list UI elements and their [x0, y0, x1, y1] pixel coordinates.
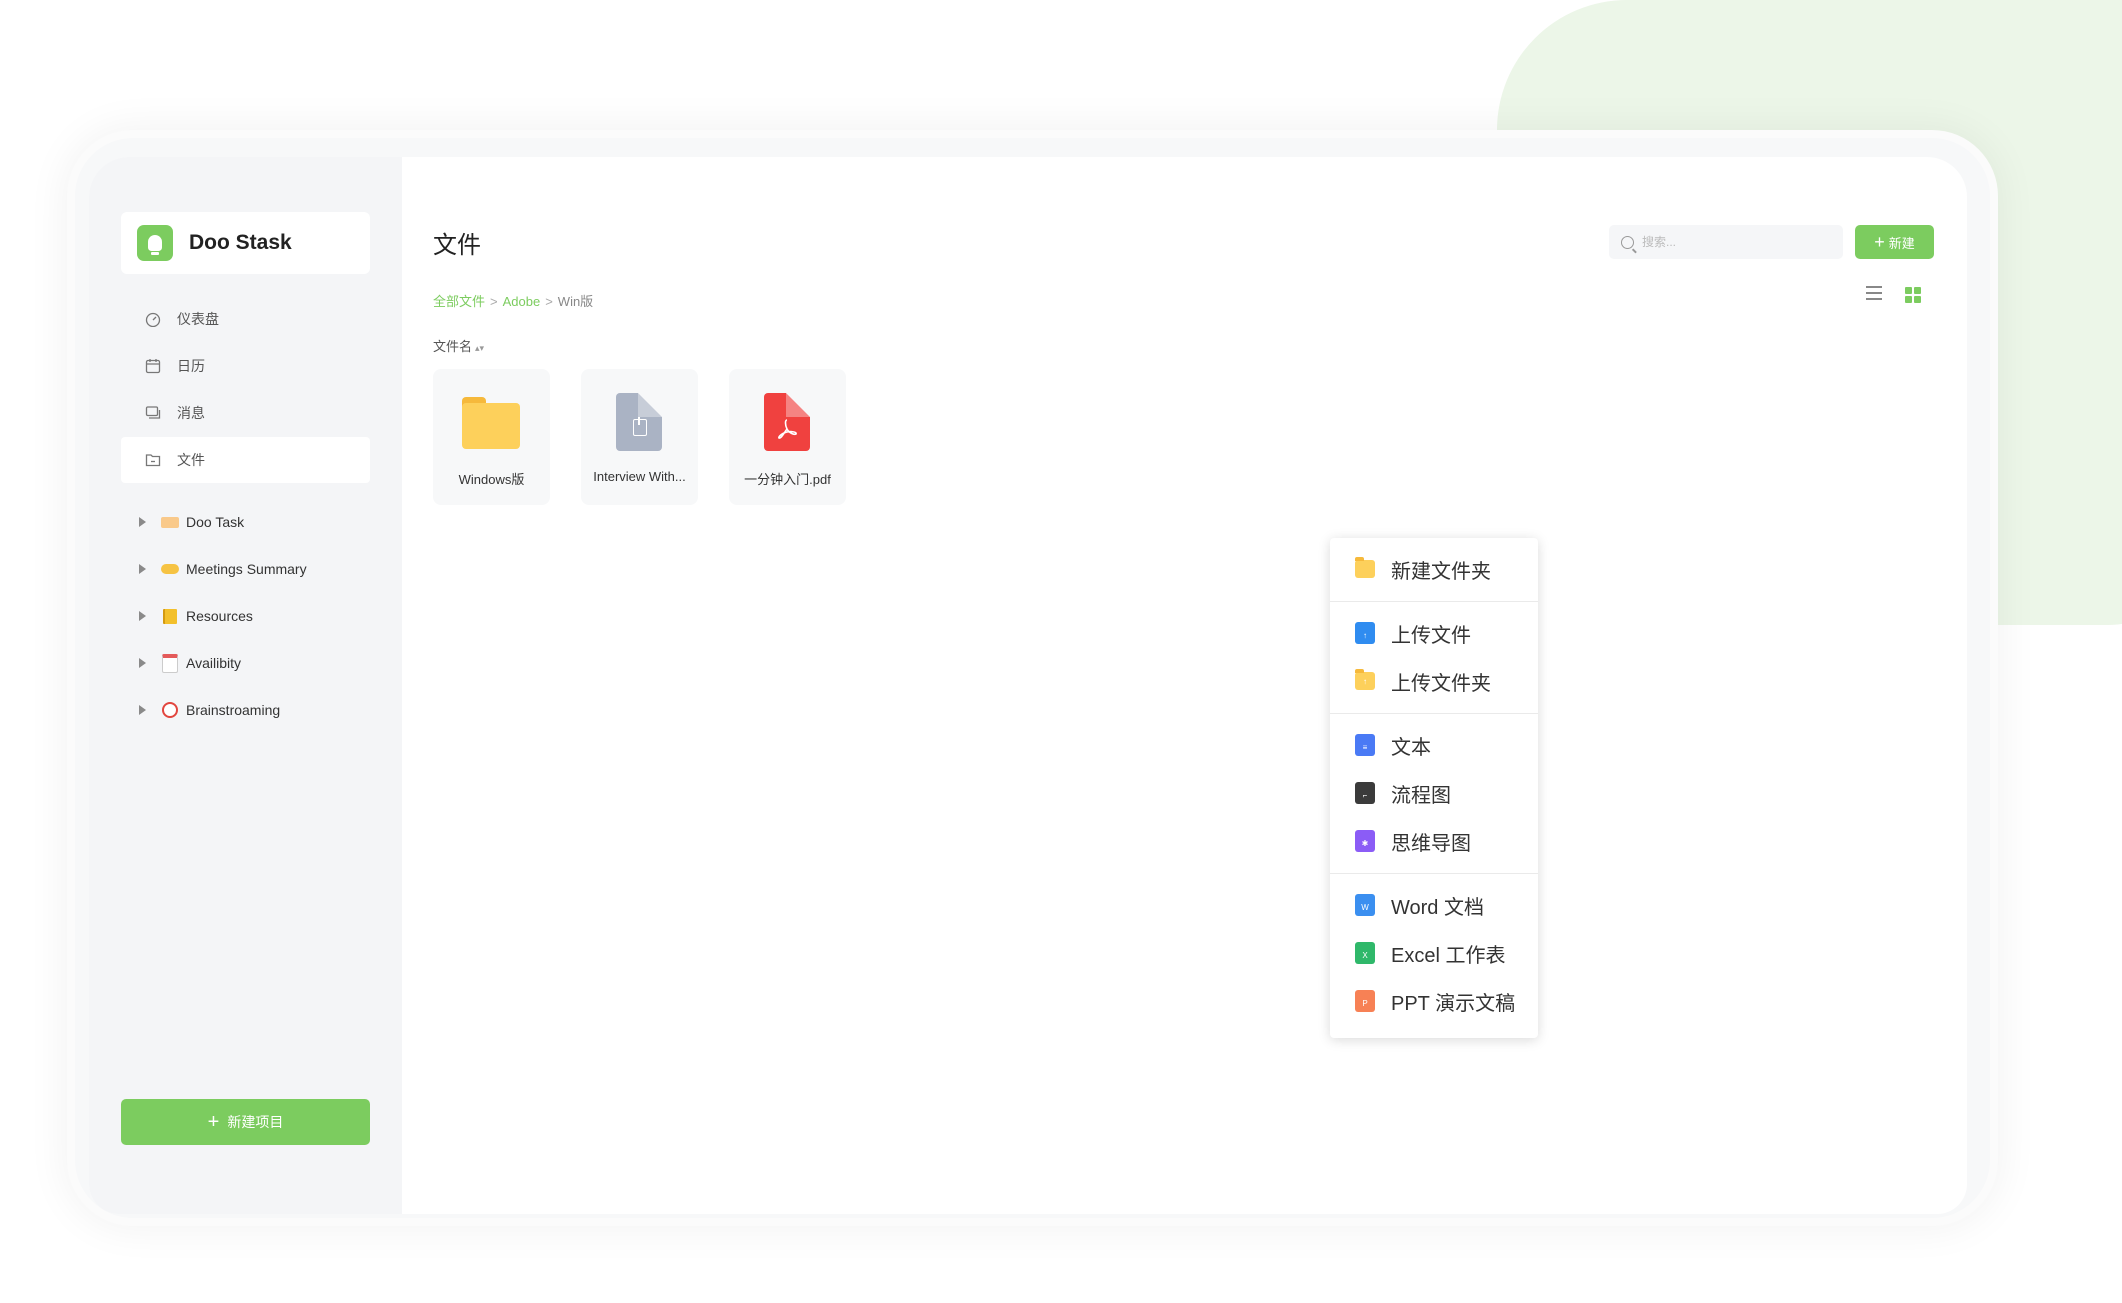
brand[interactable]: Doo Stask [121, 212, 370, 274]
text-doc-icon: ≡ [1355, 734, 1375, 756]
expand-caret-icon[interactable] [139, 517, 146, 527]
context-menu: 新建文件夹 ↑ 上传文件 ↑ 上传文件夹 ≡ 文本 ⌐ 流程图 ✱ 思维导图 W… [1330, 538, 1538, 1038]
handshake-emoji-icon [160, 561, 180, 577]
menu-item-word[interactable]: W Word 文档 [1330, 882, 1538, 928]
menu-label: 思维导图 [1391, 832, 1471, 855]
dashboard-icon [145, 311, 161, 327]
alarm-clock-emoji-icon [160, 702, 180, 718]
breadcrumb-item-adobe[interactable]: Adobe [503, 294, 541, 309]
breadcrumb-separator: > [545, 294, 553, 309]
file-name: Windows版 [458, 472, 525, 487]
calendar-icon [145, 358, 161, 374]
file-name: Interview With... [593, 469, 686, 484]
menu-item-mindmap[interactable]: ✱ 思维导图 [1330, 818, 1538, 864]
nav-item-files[interactable]: 文件 [121, 437, 370, 483]
mindmap-icon: ✱ [1355, 830, 1375, 852]
expand-caret-icon[interactable] [139, 705, 146, 715]
page-title: 文件 [433, 232, 481, 259]
menu-divider [1330, 601, 1538, 602]
new-folder-icon [1355, 557, 1375, 578]
menu-label: 新建文件夹 [1391, 560, 1491, 583]
menu-item-upload-file[interactable]: ↑ 上传文件 [1330, 610, 1538, 656]
folder-icon [462, 393, 520, 451]
menu-label: 流程图 [1391, 784, 1451, 807]
new-button[interactable]: + 新建 [1855, 225, 1934, 259]
tag-emoji-icon [160, 514, 180, 530]
nav-label: 文件 [177, 452, 205, 468]
project-label: Brainstroaming [186, 702, 281, 718]
file-item-zip[interactable]: Interview With... [581, 369, 698, 505]
menu-label: 文本 [1391, 736, 1431, 759]
file-item-folder[interactable]: Windows版 [433, 369, 550, 505]
file-item-pdf[interactable]: 一分钟入门.pdf [729, 369, 846, 505]
sort-arrows-icon: ▴▾ [475, 343, 485, 353]
file-name: 一分钟入门.pdf [744, 472, 831, 487]
main-panel: 文件 全部文件 > Adobe > Win版 + 新建 文件名▴▾ Windows版 [402, 157, 1967, 1214]
project-item-brainstroaming[interactable]: Brainstroaming [139, 695, 280, 725]
search-input[interactable] [1640, 234, 1834, 250]
menu-item-ppt[interactable]: P PPT 演示文稿 [1330, 978, 1538, 1024]
new-button-label: 新建 [1888, 235, 1915, 251]
upload-folder-icon: ↑ [1355, 669, 1375, 690]
pdf-file-icon [758, 393, 816, 451]
project-item-availibity[interactable]: Availibity [139, 648, 241, 678]
menu-divider [1330, 873, 1538, 874]
zip-file-icon [610, 393, 668, 451]
nav-label: 消息 [177, 405, 205, 421]
menu-item-new-folder[interactable]: 新建文件夹 [1330, 546, 1538, 592]
nav-item-calendar[interactable]: 日历 [121, 343, 370, 389]
breadcrumb-item-current: Win版 [557, 294, 594, 309]
menu-item-excel[interactable]: X Excel 工作表 [1330, 930, 1538, 976]
project-item-meetings-summary[interactable]: Meetings Summary [139, 554, 307, 584]
list-view-icon[interactable] [1866, 286, 1882, 300]
project-label: Meetings Summary [186, 561, 307, 577]
calendar-emoji-icon [160, 653, 180, 673]
expand-caret-icon[interactable] [139, 564, 146, 574]
nav-label: 日历 [177, 358, 205, 374]
menu-item-flowchart[interactable]: ⌐ 流程图 [1330, 770, 1538, 816]
upload-file-icon: ↑ [1355, 622, 1375, 644]
nav-item-dashboard[interactable]: 仪表盘 [121, 296, 370, 342]
breadcrumb: 全部文件 > Adobe > Win版 [433, 291, 593, 310]
message-icon [145, 405, 161, 421]
brand-logo-icon [137, 225, 173, 261]
project-item-doo-task[interactable]: Doo Task [139, 507, 244, 537]
nav-item-messages[interactable]: 消息 [121, 390, 370, 436]
breadcrumb-item-all-files[interactable]: 全部文件 [433, 294, 485, 309]
plus-icon: + [1874, 232, 1885, 252]
menu-item-text[interactable]: ≡ 文本 [1330, 722, 1538, 768]
sidebar: Doo Stask 仪表盘 日历 消息 文件 Doo Task Meetings… [89, 157, 402, 1214]
search-box [1609, 225, 1843, 259]
menu-label: Excel 工作表 [1391, 944, 1506, 967]
search-icon [1621, 235, 1634, 249]
grid-view-icon[interactable] [1905, 287, 1921, 303]
menu-divider [1330, 713, 1538, 714]
app-window: Doo Stask 仪表盘 日历 消息 文件 Doo Task Meetings… [89, 157, 1967, 1214]
flowchart-icon: ⌐ [1355, 782, 1375, 804]
menu-label: 上传文件夹 [1391, 672, 1491, 695]
plus-icon: + [207, 1111, 220, 1133]
project-label: Availibity [186, 655, 241, 671]
menu-label: 上传文件 [1391, 624, 1471, 647]
new-project-button[interactable]: + 新建项目 [121, 1099, 370, 1145]
notebook-emoji-icon [160, 608, 180, 624]
menu-item-upload-folder[interactable]: ↑ 上传文件夹 [1330, 658, 1538, 704]
brand-name: Doo Stask [189, 231, 292, 254]
breadcrumb-separator: > [490, 294, 498, 309]
expand-caret-icon[interactable] [139, 611, 146, 621]
new-project-label: 新建项目 [227, 1114, 284, 1130]
ppt-icon: P [1355, 990, 1375, 1012]
project-label: Resources [186, 608, 253, 624]
sort-by-name[interactable]: 文件名 ▴▾ [433, 336, 484, 355]
expand-caret-icon[interactable] [139, 658, 146, 668]
project-item-resources[interactable]: Resources [139, 601, 253, 631]
excel-icon: X [1355, 942, 1375, 964]
menu-label: PPT 演示文稿 [1391, 992, 1516, 1015]
project-label: Doo Task [186, 514, 245, 530]
sort-label: 文件名 [433, 339, 473, 354]
menu-label: Word 文档 [1391, 896, 1484, 919]
nav-label: 仪表盘 [177, 311, 219, 327]
word-icon: W [1355, 894, 1375, 916]
file-icon [145, 452, 161, 468]
